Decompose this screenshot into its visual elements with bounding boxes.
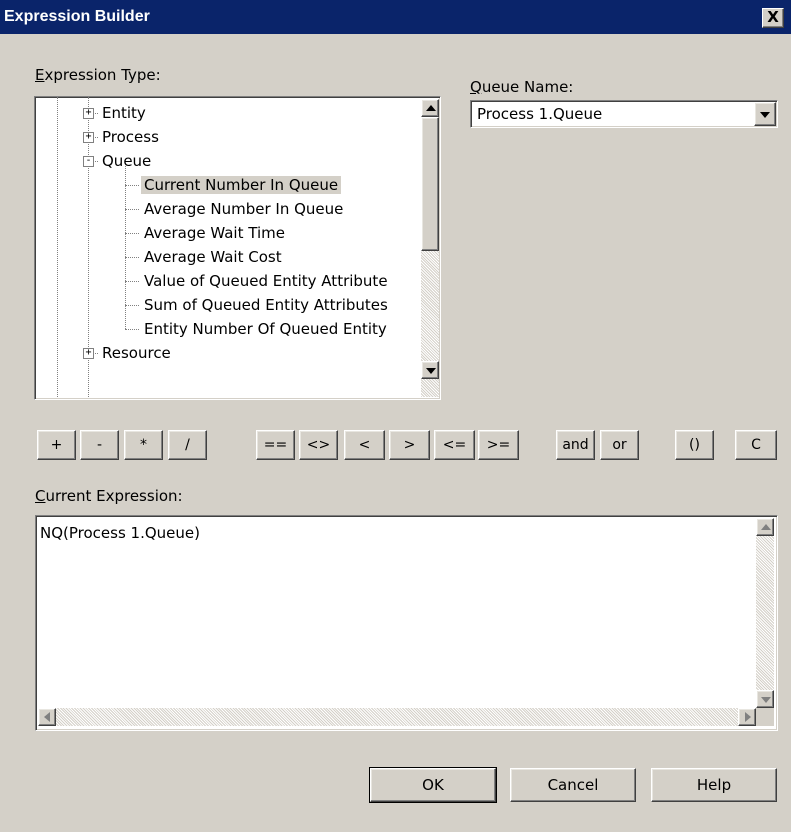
tree-item-label: Sum of Queued Entity Attributes (144, 296, 388, 314)
expression-vscrollbar[interactable] (756, 518, 774, 708)
tree-item[interactable]: Value of Queued Entity Attribute (141, 270, 391, 292)
tree-item[interactable]: Average Wait Time (141, 222, 288, 244)
operator-button-not-equals[interactable]: <> (299, 430, 338, 460)
queue-name-label-text: ueue Name: (481, 78, 574, 96)
close-icon: X (767, 8, 779, 26)
operator-button-plus[interactable]: + (37, 430, 76, 460)
tree-item[interactable]: Average Number In Queue (141, 198, 346, 220)
operator-button-minus[interactable]: - (80, 430, 119, 460)
cancel-button[interactable]: Cancel (510, 768, 636, 802)
close-button[interactable]: X (762, 8, 784, 28)
tree-connector-line (57, 97, 58, 397)
scroll-down-icon (426, 368, 436, 374)
tree-connector-line (125, 185, 139, 186)
tree-scroll-up-button[interactable] (421, 99, 439, 117)
tree-item-label: Current Number In Queue (141, 176, 342, 194)
operator-button-clear[interactable]: C (735, 430, 777, 460)
tree-item[interactable]: Average Wait Cost (141, 246, 285, 268)
tree-connector-line (125, 305, 139, 306)
operator-button-less-than[interactable]: < (344, 430, 385, 460)
expression-type-label: Expression Type: (35, 66, 161, 84)
scroll-up-icon (761, 524, 771, 530)
tree-item[interactable]: Entity (99, 102, 149, 124)
tree-item[interactable]: Queue (99, 150, 154, 172)
tree-connector-line (125, 281, 139, 282)
title-bar: Expression Builder X (0, 0, 791, 34)
operator-button-less-equal[interactable]: <= (434, 430, 475, 460)
expression-type-label-text: xpression Type: (44, 66, 161, 84)
window-title: Expression Builder (4, 8, 150, 25)
queue-name-dropdown-button[interactable] (754, 102, 776, 126)
tree-scroll-down-button[interactable] (421, 361, 439, 379)
tree-connector-line (125, 257, 139, 258)
tree-item-label: Resource (102, 344, 171, 362)
tree-item-label: Average Wait Time (144, 224, 285, 242)
current-expression-textarea[interactable]: NQ(Process 1.Queue) (35, 515, 778, 731)
operator-button-and[interactable]: and (556, 430, 595, 460)
expression-hscrollbar[interactable] (38, 708, 756, 726)
ok-button[interactable]: OK (369, 767, 497, 803)
current-expression-label-text: urrent Expression: (45, 487, 183, 505)
tree-item-label: Average Wait Cost (144, 248, 282, 266)
queue-name-select[interactable]: Process 1.Queue (470, 100, 778, 128)
scroll-down-icon (761, 697, 771, 703)
scroll-corner (756, 708, 774, 726)
operator-button-equals[interactable]: == (256, 430, 295, 460)
expression-scroll-left-button[interactable] (38, 708, 56, 726)
tree-item-label: Value of Queued Entity Attribute (144, 272, 388, 290)
tree-item[interactable]: Entity Number Of Queued Entity (141, 318, 390, 340)
expand-icon[interactable]: + (83, 132, 94, 143)
help-label-text: elp (708, 776, 732, 794)
operator-button-greater-equal[interactable]: >= (478, 430, 519, 460)
tree-item[interactable]: Resource (99, 342, 174, 364)
help-button[interactable]: Help (651, 768, 777, 802)
operator-button-greater-than[interactable]: > (389, 430, 430, 460)
tree-item-label: Entity (102, 104, 146, 122)
current-expression-accel: C (35, 487, 46, 505)
operator-button-multiply[interactable]: * (124, 430, 163, 460)
expression-type-tree[interactable]: + Entity + Process - Queue Current Number In Q… (34, 96, 441, 400)
current-expression-value: NQ(Process 1.Queue) (40, 524, 200, 542)
current-expression-label: Current Expression: (35, 487, 183, 505)
tree-scroll-thumb[interactable] (421, 117, 439, 251)
collapse-icon[interactable]: - (83, 156, 94, 167)
expression-scroll-down-button[interactable] (756, 690, 774, 708)
tree-connector-line (125, 209, 139, 210)
tree-item[interactable]: Process (99, 126, 162, 148)
scroll-up-icon (426, 105, 436, 111)
tree-item-label: Entity Number Of Queued Entity (144, 320, 387, 338)
expression-scroll-right-button[interactable] (738, 708, 756, 726)
tree-connector-line (125, 233, 139, 234)
tree-item-label: Average Number In Queue (144, 200, 344, 218)
tree-item[interactable]: Sum of Queued Entity Attributes (141, 294, 391, 316)
expand-icon[interactable]: + (83, 108, 94, 119)
expression-scroll-up-button[interactable] (756, 518, 774, 536)
expand-icon[interactable]: + (83, 348, 94, 359)
scroll-left-icon (44, 712, 50, 722)
tree-item-label: Process (102, 128, 159, 146)
tree-item-label: Queue (102, 152, 152, 170)
tree-item[interactable]: Current Number In Queue (141, 174, 342, 196)
tree-content: + Entity + Process - Queue Current Number In Q… (35, 97, 421, 397)
tree-scrollbar[interactable] (421, 99, 439, 397)
queue-name-value: Process 1.Queue (477, 105, 603, 123)
queue-name-accel: Q (470, 78, 482, 96)
operator-button-parentheses[interactable]: () (675, 430, 714, 460)
chevron-down-icon (760, 112, 770, 118)
operator-button-or[interactable]: or (600, 430, 639, 460)
scroll-right-icon (745, 712, 751, 722)
help-accel: H (696, 776, 709, 794)
operator-button-divide[interactable]: / (168, 430, 207, 460)
queue-name-label: Queue Name: (470, 78, 573, 96)
tree-connector-line (125, 329, 139, 330)
